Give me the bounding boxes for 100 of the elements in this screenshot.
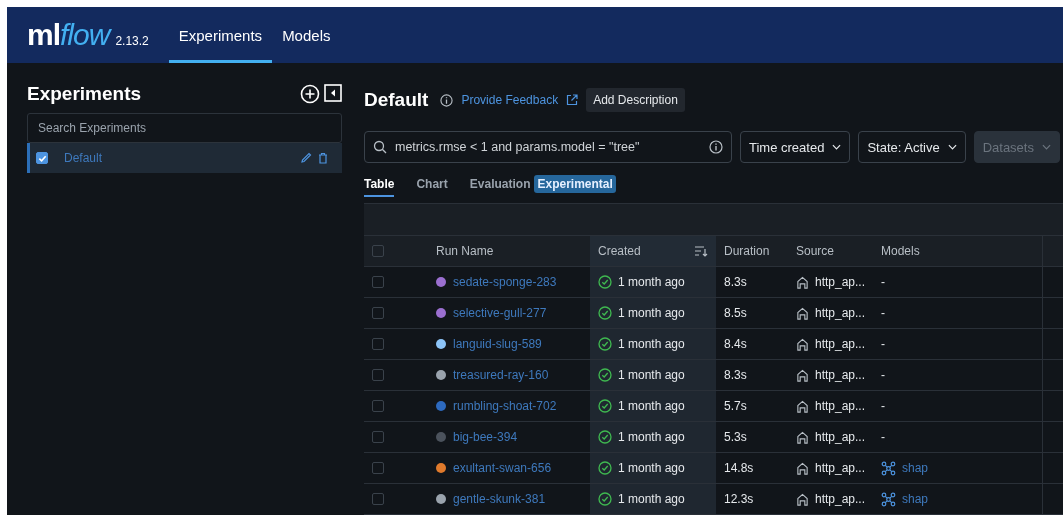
search-icon xyxy=(373,140,387,154)
home-icon xyxy=(796,492,809,506)
check-circle-icon xyxy=(598,399,612,413)
table-cell: 1 month ago xyxy=(618,306,685,320)
check-circle-icon xyxy=(598,337,612,351)
view-tab[interactable]: Chart xyxy=(416,173,448,197)
table-cell: 1 month ago xyxy=(618,399,685,413)
external-link-icon[interactable] xyxy=(566,94,579,106)
delete-icon[interactable] xyxy=(318,152,328,164)
column-header[interactable]: Created xyxy=(590,236,716,266)
search-field[interactable]: Search Experiments xyxy=(27,113,342,143)
table-cell: 12.3s xyxy=(724,492,754,506)
column-header[interactable]: Models xyxy=(873,236,1043,266)
table-cell: - xyxy=(881,275,885,289)
table-cell: 1 month ago xyxy=(618,492,685,506)
query-input[interactable]: metrics.rmse < 1 and params.model = "tree" xyxy=(393,139,703,155)
sidebar-title: Experiments xyxy=(27,83,142,105)
edit-icon[interactable] xyxy=(300,152,312,164)
sort-icon[interactable] xyxy=(694,245,708,257)
checkbox[interactable] xyxy=(372,276,384,288)
run-link[interactable]: treasured-ray-160 xyxy=(453,368,549,382)
home-icon xyxy=(796,275,809,289)
run-link[interactable]: exultant-swan-656 xyxy=(453,461,552,475)
search-bar[interactable]: metrics.rmse < 1 and params.model = "tree" xyxy=(364,131,732,163)
table-cell: http_ap... xyxy=(815,306,866,320)
table-cell: 14.8s xyxy=(724,461,754,475)
home-icon xyxy=(796,399,809,413)
nav-tab[interactable]: Models xyxy=(272,7,341,63)
checkbox[interactable] xyxy=(372,462,384,474)
checkbox[interactable] xyxy=(372,493,384,505)
table-cell: http_ap... xyxy=(815,368,866,382)
chevron-down-icon xyxy=(947,144,957,150)
run-link[interactable]: selective-gull-277 xyxy=(453,306,547,320)
checkbox[interactable] xyxy=(372,245,384,257)
chevron-down-icon xyxy=(1041,144,1051,150)
checkbox[interactable] xyxy=(372,369,384,381)
table-cell: http_ap... xyxy=(815,492,866,506)
table-cell: 1 month ago xyxy=(618,275,685,289)
network-icon xyxy=(881,460,896,476)
checkbox[interactable] xyxy=(372,307,384,319)
table-cell: http_ap... xyxy=(815,399,866,413)
feedback-link[interactable]: Provide Feedback xyxy=(461,93,559,107)
run-link[interactable]: rumbling-shoat-702 xyxy=(453,399,557,413)
view-tab[interactable]: Evaluation Experimental xyxy=(469,171,616,199)
run-link[interactable]: languid-slug-589 xyxy=(453,337,542,351)
check-circle-icon xyxy=(598,275,612,289)
table-cell: 8.4s xyxy=(724,337,747,351)
table-cell: - xyxy=(881,430,885,444)
checkbox[interactable] xyxy=(372,431,384,443)
check-circle-icon xyxy=(598,492,612,506)
check-circle-icon xyxy=(598,306,612,320)
table-cell: http_ap... xyxy=(815,430,866,444)
version-label: 2.13.2 xyxy=(115,34,149,48)
table-cell: - xyxy=(881,399,885,413)
add-icon[interactable] xyxy=(300,84,320,104)
filter-dropdown[interactable]: State: Active xyxy=(858,131,966,163)
table-cell: http_ap... xyxy=(815,275,866,289)
home-icon xyxy=(796,430,809,444)
table-cell: 1 month ago xyxy=(618,430,685,444)
check-circle-icon xyxy=(598,368,612,382)
check-circle-icon xyxy=(598,461,612,475)
home-icon xyxy=(796,461,809,475)
table-cell: http_ap... xyxy=(815,337,866,351)
checkbox[interactable] xyxy=(372,400,384,412)
checkbox[interactable] xyxy=(36,152,48,164)
view-tab[interactable]: Table xyxy=(364,173,395,197)
table-cell: 1 month ago xyxy=(618,461,685,475)
home-icon xyxy=(796,306,809,320)
model-link[interactable]: shap xyxy=(902,492,929,506)
home-icon xyxy=(796,337,809,351)
add-description-button[interactable]: Add Description xyxy=(586,88,685,112)
info-icon[interactable] xyxy=(709,140,723,154)
table-cell: 8.3s xyxy=(724,368,747,382)
network-icon xyxy=(881,491,896,507)
experiment-title: Default xyxy=(364,89,429,111)
column-header[interactable]: Duration xyxy=(716,236,788,266)
table-cell: 1 month ago xyxy=(618,337,685,351)
model-link[interactable]: shap xyxy=(902,461,929,475)
table-cell: - xyxy=(881,368,885,382)
check-circle-icon xyxy=(598,430,612,444)
home-icon xyxy=(796,368,809,382)
table-cell: 5.7s xyxy=(724,399,747,413)
run-link[interactable]: gentle-skunk-381 xyxy=(453,492,546,506)
checkbox[interactable] xyxy=(372,338,384,350)
table-cell: 8.3s xyxy=(724,275,747,289)
table-cell: - xyxy=(881,337,885,351)
nav-tab[interactable]: Experiments xyxy=(168,7,273,63)
table-cell: http_ap... xyxy=(815,461,866,475)
column-header[interactable]: Source xyxy=(788,236,873,266)
column-header[interactable]: Run Name xyxy=(428,236,590,266)
logo[interactable]: mlflow xyxy=(27,18,110,52)
filter-dropdown[interactable]: Time created xyxy=(740,131,851,163)
info-icon[interactable] xyxy=(440,93,454,107)
run-link[interactable]: sedate-sponge-283 xyxy=(453,275,557,289)
table-cell: - xyxy=(881,306,885,320)
table-cell: 8.5s xyxy=(724,306,747,320)
run-link[interactable]: big-bee-394 xyxy=(453,430,518,444)
table-cell: 1 month ago xyxy=(618,368,685,382)
collapse-icon[interactable] xyxy=(324,84,342,102)
chevron-down-icon xyxy=(832,144,842,150)
